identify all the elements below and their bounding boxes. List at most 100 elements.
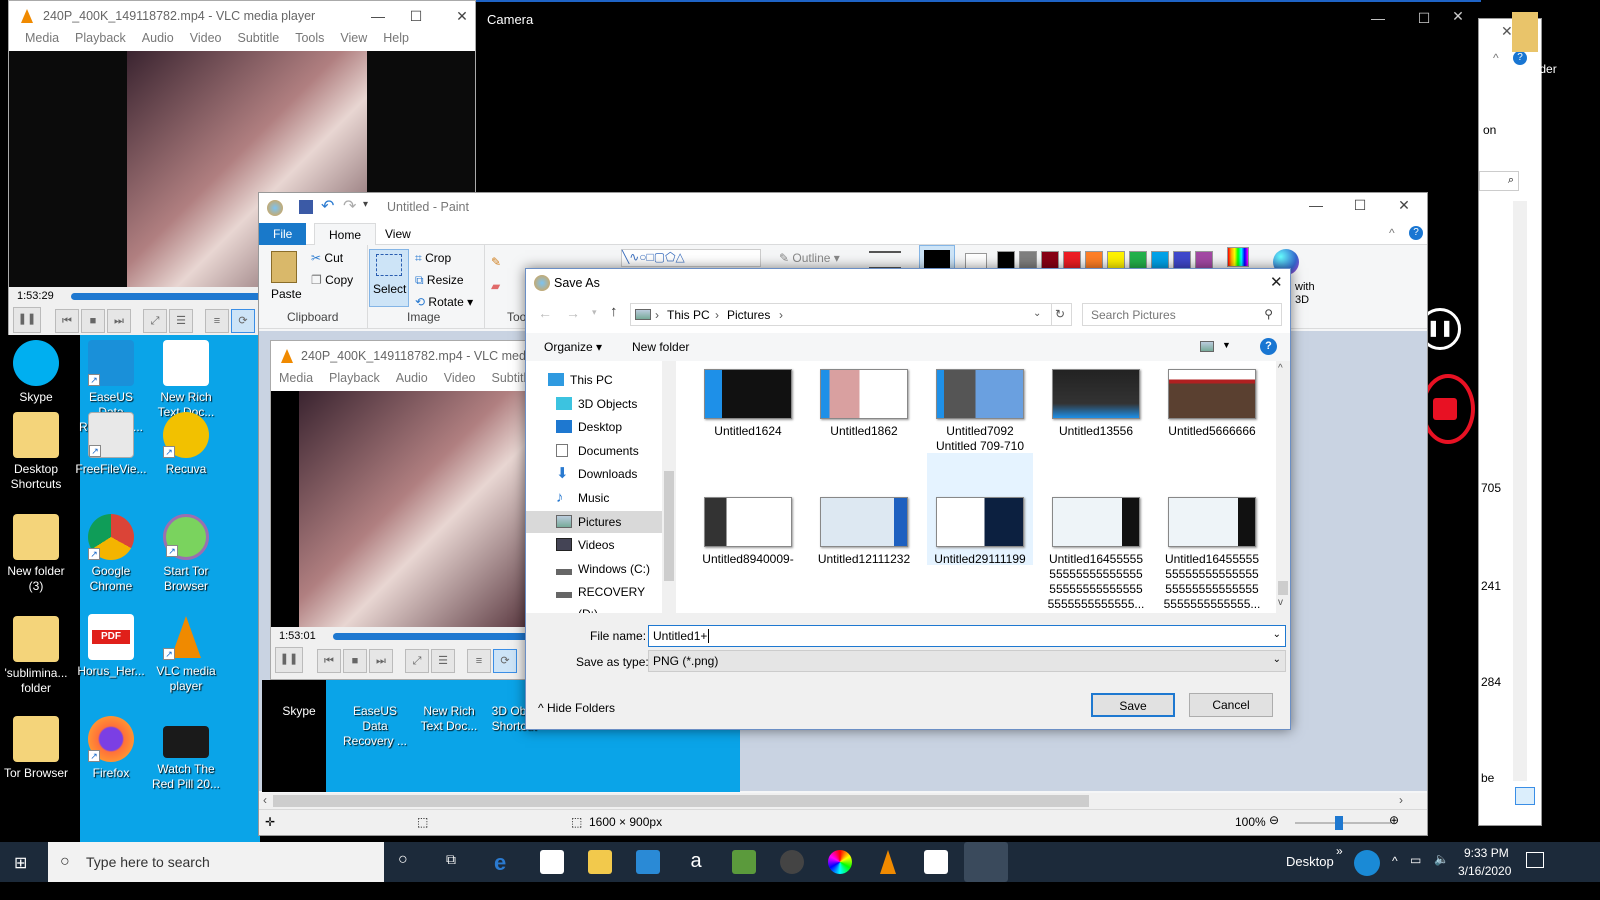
color-swatch[interactable] xyxy=(1063,251,1081,269)
stop-recording-button[interactable] xyxy=(1421,374,1475,444)
forward-button[interactable]: → xyxy=(566,305,580,321)
menu-subtitle[interactable]: Subtitle xyxy=(230,31,288,51)
file-item[interactable]: Untitled13556 xyxy=(1043,365,1149,439)
address-dropdown-icon[interactable]: ⌄ xyxy=(1033,308,1041,319)
next-button[interactable]: ⏭ xyxy=(369,649,393,673)
close-button[interactable]: ✕ xyxy=(439,1,485,31)
stop-button[interactable]: ■ xyxy=(343,649,367,673)
file-item[interactable]: Untitled1624 xyxy=(695,365,801,439)
scroll-left-icon[interactable]: ‹ xyxy=(263,793,267,807)
redo-icon[interactable]: ↷ xyxy=(343,196,356,216)
collapse-ribbon-icon[interactable]: ^ xyxy=(1493,51,1499,65)
file-item[interactable]: Untitled5666666 xyxy=(1159,365,1265,439)
hide-folders-button[interactable]: ^ Hide Folders xyxy=(538,701,615,715)
collapse-ribbon-icon[interactable]: ^ xyxy=(1389,226,1395,240)
zoom-in-button[interactable]: ⊕ xyxy=(1389,813,1399,827)
desktop-icon-pdf[interactable]: PDF Horus_Her... xyxy=(75,614,147,679)
nav-documents[interactable]: Documents xyxy=(534,440,660,462)
color-swatch[interactable] xyxy=(1107,251,1125,269)
save-type-select[interactable]: PNG (*.png) ⌄ xyxy=(648,650,1286,672)
menu-media[interactable]: Media xyxy=(17,31,67,51)
help-icon[interactable]: ? xyxy=(1409,226,1423,240)
edit-colors-button[interactable] xyxy=(1227,247,1249,267)
crop-button[interactable]: ⌗ Crop xyxy=(415,251,451,266)
desktop-icon-freefileviewer[interactable]: ↗ FreeFileVie... xyxy=(75,412,147,477)
file-name-dropdown-icon[interactable]: ⌄ xyxy=(1273,629,1281,640)
zoom-out-button[interactable]: ⊖ xyxy=(1269,813,1279,827)
save-button[interactable]: Save xyxy=(1091,693,1175,717)
rotate-button[interactable]: ⟲ Rotate ▾ xyxy=(415,295,473,309)
nav-pictures[interactable]: Pictures xyxy=(526,511,662,533)
paint-taskbar-icon[interactable] xyxy=(964,842,1008,882)
horizontal-scrollbar[interactable]: ‹ › xyxy=(259,793,1427,809)
desktop-icon-firefox[interactable]: ↗ Firefox xyxy=(75,716,147,781)
vlc-taskbar-icon[interactable] xyxy=(876,850,900,874)
nav-3d-objects[interactable]: 3D Objects xyxy=(534,393,660,415)
fullscreen-button[interactable]: ⤢ xyxy=(405,649,429,673)
desktop-toolbar[interactable]: Desktop xyxy=(1286,854,1334,869)
nav-videos[interactable]: Videos xyxy=(534,534,660,556)
loop-button[interactable]: ⟳ xyxy=(231,309,255,333)
nav-desktop[interactable]: Desktop xyxy=(534,416,660,438)
stop-button[interactable]: ■ xyxy=(81,309,105,333)
help-icon[interactable]: ? xyxy=(1513,51,1527,65)
file-item[interactable]: Untitled29111199 xyxy=(927,453,1033,566)
cortana-button[interactable]: ○ xyxy=(398,851,408,869)
clock-date[interactable]: 3/16/2020 xyxy=(1458,864,1511,878)
file-item[interactable]: Untitled16455555 55555555555555 55555555… xyxy=(1159,493,1265,612)
edit-with-paint3d-label[interactable]: with 3D xyxy=(1295,281,1325,307)
store-icon[interactable] xyxy=(540,850,564,874)
view-options-icon[interactable] xyxy=(1200,341,1214,352)
show-hidden-icons[interactable]: ^ xyxy=(1392,854,1398,868)
menu-media[interactable]: Media xyxy=(271,371,321,391)
zoom-slider[interactable] xyxy=(1295,816,1391,830)
teamviewer-icon[interactable] xyxy=(1354,850,1380,876)
seek-bar[interactable] xyxy=(333,633,529,640)
toolbar-expand-icon[interactable]: » xyxy=(1336,844,1343,858)
maximize-button[interactable]: ☐ xyxy=(393,1,439,31)
minimize-button[interactable]: — xyxy=(1355,10,1401,26)
clock-time[interactable]: 9:33 PM xyxy=(1464,846,1509,860)
outline-button[interactable]: ✎ Outline ▾ xyxy=(779,251,840,265)
pause-button[interactable]: ❚❚ xyxy=(275,647,303,673)
zoom-slider-thumb[interactable] xyxy=(1335,816,1343,830)
playlist-button[interactable]: ≡ xyxy=(467,649,491,673)
action-center-icon[interactable] xyxy=(1526,852,1544,868)
file-list-scrollbar[interactable]: ^ v xyxy=(1276,361,1290,613)
menu-video[interactable]: Video xyxy=(182,31,230,51)
file-explorer-icon[interactable] xyxy=(588,850,612,874)
back-button[interactable]: ← xyxy=(538,305,552,321)
menu-tools[interactable]: Tools xyxy=(287,31,332,51)
file-item[interactable]: Untitled7092 Untitled 709-710 xyxy=(927,365,1033,454)
loop-button[interactable]: ⟳ xyxy=(493,649,517,673)
volume-icon[interactable]: 🔈 xyxy=(1434,852,1449,866)
nav-recovery-d[interactable]: RECOVERY (D:) xyxy=(534,581,660,621)
extended-settings-button[interactable]: ☰ xyxy=(169,309,193,333)
close-button[interactable]: ✕ xyxy=(1501,23,1513,40)
nav-music[interactable]: ♪ Music xyxy=(534,487,660,509)
playlist-button[interactable]: ≡ xyxy=(205,309,229,333)
large-icons-view-button[interactable] xyxy=(1515,787,1535,805)
desktop-icon-chrome[interactable]: ↗ Google Chrome xyxy=(75,514,147,594)
previous-button[interactable]: ⏮ xyxy=(317,649,341,673)
help-icon[interactable]: ? xyxy=(1260,338,1277,355)
select-button[interactable]: Select xyxy=(369,249,409,307)
file-name-input[interactable]: Untitled1+ ⌄ xyxy=(648,625,1286,647)
desktop-icon-skype[interactable]: Skype xyxy=(0,340,72,405)
tab-view[interactable]: View xyxy=(371,223,425,245)
menu-audio[interactable]: Audio xyxy=(388,371,436,391)
taskbar-search[interactable]: ○ Type here to search xyxy=(48,842,384,882)
view-dropdown-icon[interactable]: ▼ xyxy=(1222,340,1231,350)
scroll-thumb[interactable] xyxy=(664,471,674,581)
amazon-icon[interactable]: a xyxy=(684,850,708,874)
nav-scrollbar[interactable] xyxy=(662,361,676,613)
eraser-icon[interactable]: ▰ xyxy=(491,279,500,293)
undo-icon[interactable]: ↶ xyxy=(321,196,334,216)
scroll-up-icon[interactable]: ^ xyxy=(1278,363,1283,374)
customize-toolbar-icon[interactable]: ▾ xyxy=(363,199,368,210)
close-button[interactable]: ✕ xyxy=(1435,8,1481,25)
nav-downloads[interactable]: ⬇ Downloads xyxy=(534,463,660,485)
close-button[interactable]: ✕ xyxy=(1381,197,1427,214)
fullscreen-button[interactable]: ⤢ xyxy=(143,309,167,333)
next-button[interactable]: ⏭ xyxy=(107,309,131,333)
